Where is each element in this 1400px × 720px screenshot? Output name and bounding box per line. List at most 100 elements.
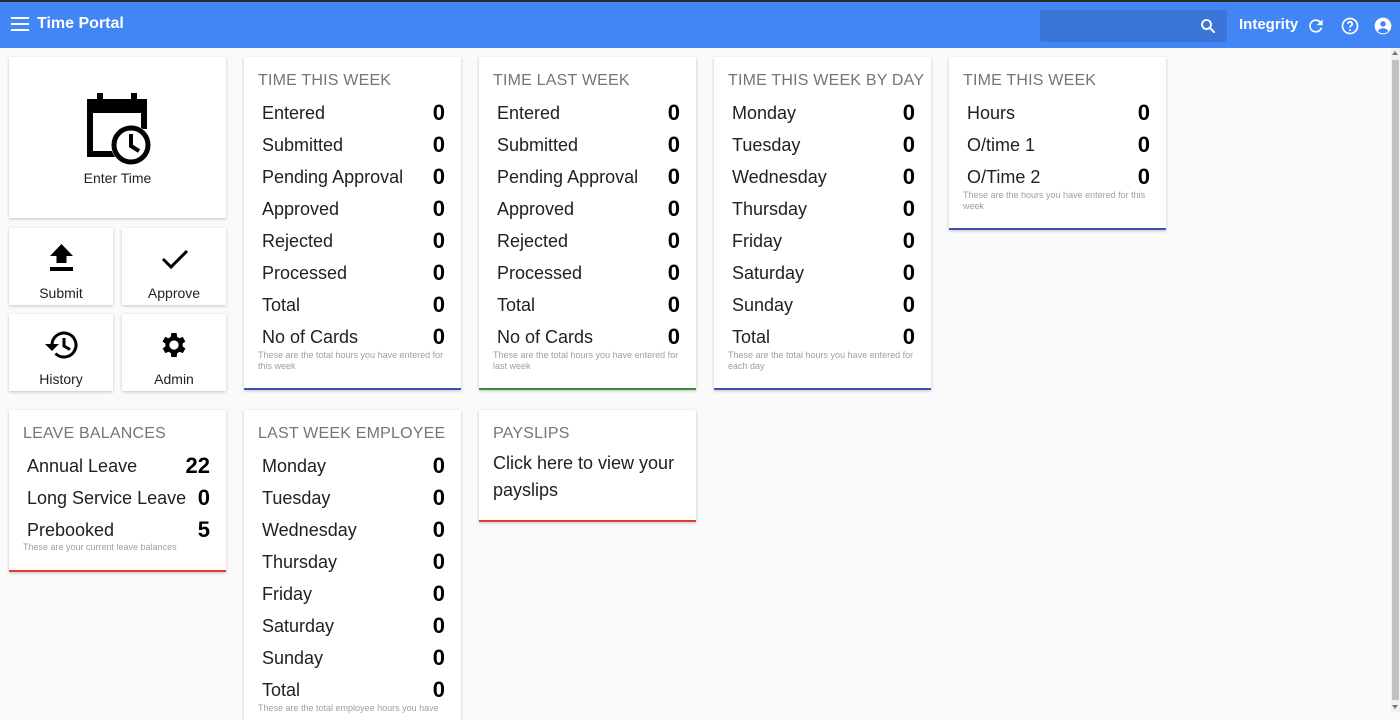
stat-label: Total xyxy=(262,294,301,315)
stat-label: Tuesday xyxy=(262,487,331,508)
stat-value: 0 xyxy=(902,132,915,157)
stat-row: Approved 0 xyxy=(262,193,445,225)
page-scrollbar[interactable] xyxy=(1391,48,1400,712)
stat-value: 0 xyxy=(432,132,445,157)
card-title: LEAVE BALANCES xyxy=(23,425,167,442)
stat-value: 0 xyxy=(667,228,680,253)
scroll-up-arrow[interactable] xyxy=(1392,51,1398,55)
stat-label: Sunday xyxy=(262,647,324,668)
stat-row: Total 0 xyxy=(262,674,445,706)
stat-row: O/time 1 0 xyxy=(967,129,1150,161)
accent-bar xyxy=(714,388,931,390)
stat-row: Wednesday 0 xyxy=(732,161,915,193)
card-title: TIME THIS WEEK xyxy=(963,72,1097,89)
card-footnote: These are the total hours you have enter… xyxy=(493,350,679,371)
stat-row: Sunday 0 xyxy=(262,642,445,674)
stat-row: Processed 0 xyxy=(262,257,445,289)
gear-icon xyxy=(162,333,186,357)
stat-value: 0 xyxy=(432,485,445,510)
app-title: Time Portal xyxy=(37,15,124,32)
stat-row: Submitted 0 xyxy=(262,129,445,161)
payslips-card[interactable]: PAYSLIPS Click here to view your payslip… xyxy=(479,410,696,522)
stat-row: Friday 0 xyxy=(262,578,445,610)
account-icon[interactable] xyxy=(1373,16,1393,36)
view-payslips-link[interactable]: Click here to view your payslips xyxy=(493,450,693,504)
stat-label: Approved xyxy=(262,198,340,219)
stat-row: Tuesday 0 xyxy=(732,129,915,161)
stat-row: Total 0 xyxy=(262,289,445,321)
submit-tile[interactable]: Submit xyxy=(9,228,113,305)
accent-bar xyxy=(949,228,1166,230)
card-footnote: These are your current leave balances xyxy=(23,542,177,552)
history-icon xyxy=(45,331,78,359)
stat-label: Saturday xyxy=(732,262,805,283)
company-label: Integrity xyxy=(1239,16,1299,33)
stat-value: 0 xyxy=(667,292,680,317)
stat-value: 0 xyxy=(902,196,915,221)
card-title: TIME THIS WEEK xyxy=(258,72,392,89)
stat-value: 0 xyxy=(902,324,915,349)
stat-row: Thursday 0 xyxy=(262,546,445,578)
scroll-down-arrow[interactable] xyxy=(1392,705,1398,709)
stat-label: Processed xyxy=(497,262,583,283)
stat-row: Monday 0 xyxy=(262,450,445,482)
stat-value: 0 xyxy=(432,292,445,317)
enter-time-tile[interactable]: Enter Time xyxy=(9,57,226,218)
stat-row: Saturday 0 xyxy=(732,257,915,289)
stat-value: 0 xyxy=(902,100,915,125)
stats-list: Entered 0 Submitted 0 Pending Approval 0 Ap… xyxy=(262,97,445,353)
accent-bar xyxy=(9,570,226,572)
accent-bar xyxy=(244,388,461,390)
stat-value: 0 xyxy=(432,228,445,253)
refresh-icon[interactable] xyxy=(1306,16,1326,36)
stat-row: Total 0 xyxy=(497,289,680,321)
stat-row: Saturday 0 xyxy=(262,610,445,642)
stat-value: 0 xyxy=(197,485,210,510)
stat-label: Prebooked xyxy=(27,519,115,540)
stats-list: Monday 0 Tuesday 0 Wednesday 0 Thursday 0 Fr… xyxy=(262,450,445,706)
stat-value: 0 xyxy=(432,164,445,189)
stat-value: 5 xyxy=(197,517,210,542)
stat-value: 0 xyxy=(432,677,445,702)
stat-row: No of Cards 0 xyxy=(497,321,680,353)
stat-value: 0 xyxy=(432,453,445,478)
help-icon[interactable] xyxy=(1340,16,1360,36)
stat-label: No of Cards xyxy=(262,326,359,347)
stat-value: 0 xyxy=(432,260,445,285)
history-label: History xyxy=(39,371,83,387)
scroll-thumb[interactable] xyxy=(1392,60,1399,700)
stat-row: Annual Leave 22 xyxy=(27,450,210,482)
search-input[interactable] xyxy=(1040,10,1227,42)
history-tile[interactable]: History xyxy=(9,314,113,391)
stat-value: 0 xyxy=(667,324,680,349)
stat-value: 0 xyxy=(432,581,445,606)
admin-tile[interactable]: Admin xyxy=(122,314,226,391)
approve-tile[interactable]: Approve xyxy=(122,228,226,305)
stat-row: Long Service Leave 0 xyxy=(27,482,210,514)
stat-label: Total xyxy=(732,326,771,347)
card-footnote: These are the hours you have entered for… xyxy=(963,190,1146,211)
menu-icon[interactable] xyxy=(11,17,29,31)
stat-label: Entered xyxy=(262,102,326,123)
stat-label: Entered xyxy=(497,102,561,123)
stat-label: No of Cards xyxy=(497,326,594,347)
stat-row: Sunday 0 xyxy=(732,289,915,321)
stat-row: Submitted 0 xyxy=(497,129,680,161)
stat-label: Thursday xyxy=(732,198,808,219)
enter-time-label: Enter Time xyxy=(83,170,152,186)
stat-value: 0 xyxy=(432,645,445,670)
stat-value: 0 xyxy=(432,613,445,638)
stat-value: 0 xyxy=(902,228,915,253)
stat-label: Submitted xyxy=(262,134,344,155)
stat-row: Friday 0 xyxy=(732,225,915,257)
stat-row: O/Time 2 0 xyxy=(967,161,1150,193)
check-icon xyxy=(161,249,189,270)
search-icon[interactable] xyxy=(1199,17,1217,35)
card-footnote: These are the total hours you have enter… xyxy=(258,350,444,371)
stat-row: Wednesday 0 xyxy=(262,514,445,546)
stat-value: 0 xyxy=(667,100,680,125)
accent-bar xyxy=(479,520,696,522)
stat-row: Pending Approval 0 xyxy=(497,161,680,193)
approve-label: Approve xyxy=(147,285,201,301)
stat-value: 0 xyxy=(432,100,445,125)
